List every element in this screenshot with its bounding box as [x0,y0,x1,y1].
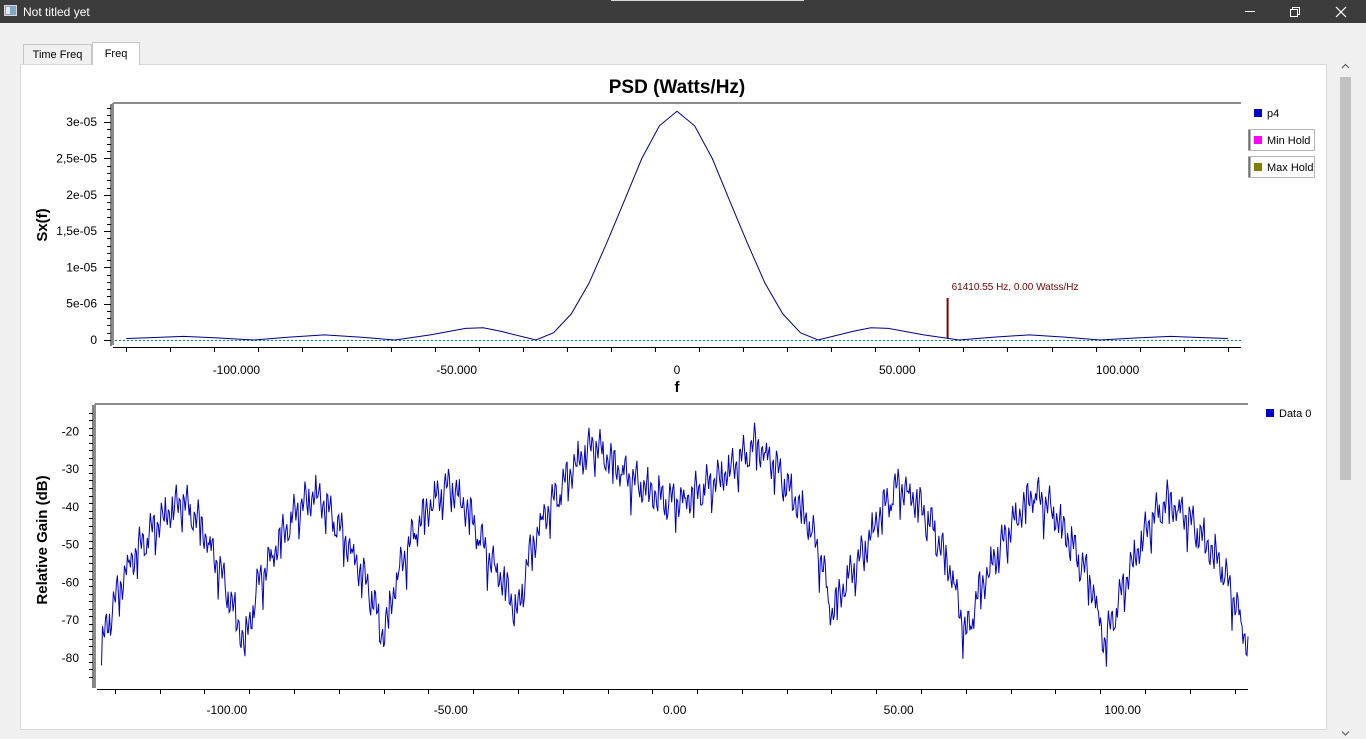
legend-swatch-max-hold [1254,163,1262,171]
psd-y-tick-label: 1e-05 [66,260,97,274]
psd-y-tick-label: 5e-06 [66,297,97,311]
legend-item-p4[interactable]: p4 [1254,108,1279,120]
tab-freq[interactable]: Freq [92,42,140,65]
gain-x-tick-label: 0.00 [663,703,687,717]
gain-y-axis: -20 -30 -40 -50 -60 -70 -80 [62,405,94,688]
psd-x-axis: -100.000 -50.000 0 50.000 100.000 [113,347,1241,377]
legend-swatch-data-0 [1266,409,1274,417]
psd-x-tick-label: -100.000 [213,363,261,377]
legend-label-p4: p4 [1267,108,1279,120]
psd-y-tick-label: 2e-05 [66,188,97,202]
psd-plot: PSD (Watts/Hz) Sx(f) f 0 5e-06 1e-05 1,5e-0… [34,77,1315,396]
legend-label-data-0: Data 0 [1279,408,1311,420]
legend-label-min-hold: Min Hold [1267,135,1310,147]
gain-x-axis: -100.00 -50.00 0.00 50.00 100.00 [97,689,1248,717]
psd-y-tick-label: 1,5e-05 [56,224,97,238]
gain-y-tick-label: -70 [62,613,80,627]
psd-legend: p4 Min Hold Max Hold [1248,108,1315,178]
gain-y-tick-label: -40 [62,500,80,514]
legend-item-data-0[interactable]: Data 0 [1266,408,1311,420]
legend-label-max-hold: Max Hold [1267,162,1313,174]
gain-y-label: Relative Gain (dB) [34,475,51,604]
psd-x-tick-label: -50.000 [436,363,477,377]
psd-x-tick-label: 0 [674,363,681,377]
psd-y-axis: 0 5e-06 1e-05 1,5e-05 2e-05 2,5e-05 3e-05 [56,104,112,347]
psd-y-tick-label: 3e-05 [66,115,97,129]
psd-y-label: Sx(f) [34,208,51,241]
legend-swatch-min-hold [1254,136,1262,144]
psd-series-p4 [126,110,1228,341]
psd-x-label: f [675,379,681,396]
psd-title: PSD (Watts/Hz) [609,77,746,98]
scroll-down-icon[interactable] [1341,729,1350,738]
psd-x-tick-label: 50.000 [879,363,916,377]
gain-series-data-0 [101,422,1249,667]
gain-y-tick-label: -30 [62,462,80,476]
gain-y-tick-label: -60 [62,575,80,589]
gain-y-tick-label: -80 [62,651,80,665]
legend-swatch-p4 [1254,109,1262,117]
psd-x-tick-label: 100.000 [1096,363,1140,377]
plots-canvas: PSD (Watts/Hz) Sx(f) f 0 5e-06 1e-05 1,5e-0… [34,77,1315,717]
legend-item-min-hold[interactable]: Min Hold [1248,129,1315,151]
gain-legend: Data 0 [1266,408,1311,420]
gain-y-tick-label: -20 [62,424,80,438]
legend-item-max-hold[interactable]: Max Hold [1248,156,1315,178]
gain-x-tick-label: 100.00 [1104,703,1141,717]
gain-x-tick-label: -50.00 [434,703,468,717]
psd-marker-label: 61410.55 Hz, 0.00 Watss/Hz [952,282,1079,293]
gain-plot: Relative Gain (dB) -20 -30 -40 -50 -60 -70 -80… [34,403,1311,717]
psd-y-tick-label: 2,5e-05 [56,151,97,165]
gain-y-tick-label: -50 [62,538,80,552]
gain-x-tick-label: 50.00 [884,703,914,717]
gain-x-tick-label: -100.00 [207,703,248,717]
psd-y-tick-label: 0 [90,333,97,347]
